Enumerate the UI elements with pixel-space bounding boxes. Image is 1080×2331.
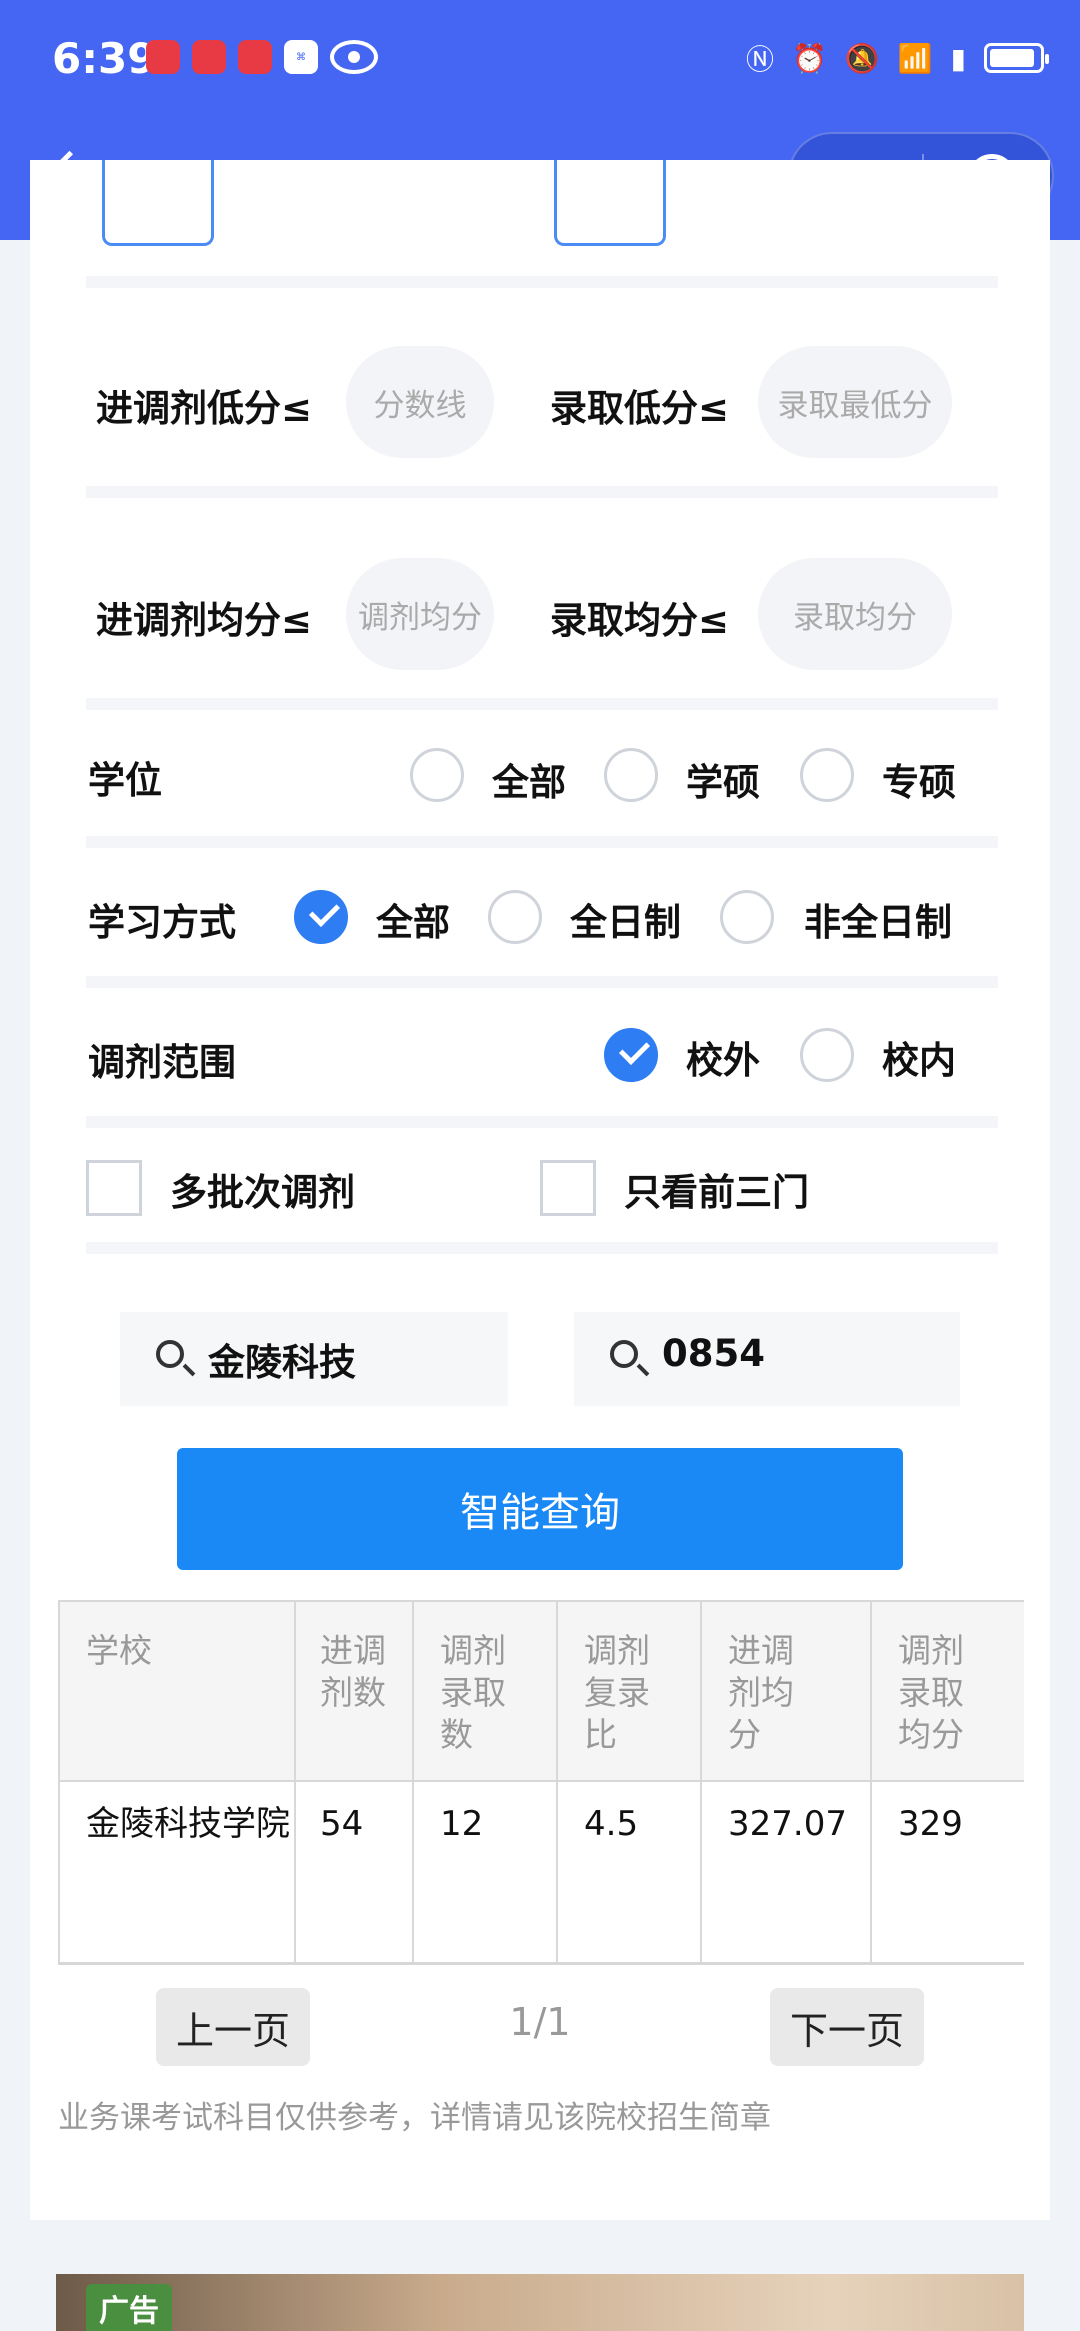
scope-internal-label: 校内 xyxy=(882,1039,956,1082)
cell-ratio: 4.5 xyxy=(556,1782,702,1962)
scope-label: 调剂范围 xyxy=(88,1041,236,1084)
huawei-app-icon xyxy=(146,40,180,74)
divider xyxy=(86,276,998,288)
divider xyxy=(86,976,998,988)
study-mode-fulltime-radio[interactable] xyxy=(488,890,542,944)
cell-school[interactable]: 金陵科技学院 xyxy=(58,1782,296,1962)
admit-avg-label: 录取均分≤ xyxy=(550,599,730,642)
app-icon xyxy=(238,40,272,74)
top-three-label: 只看前三门 xyxy=(624,1171,809,1214)
code-search-value: 0854 xyxy=(662,1332,765,1375)
eye-icon xyxy=(330,40,378,74)
cell-adjust-avg: 327.07 xyxy=(700,1782,872,1962)
degree-academic-label: 学硕 xyxy=(686,761,760,804)
admit-low-label: 录取低分≤ xyxy=(550,387,730,430)
code-search-input[interactable]: 0854 xyxy=(574,1312,960,1406)
study-mode-all-radio[interactable] xyxy=(294,890,348,944)
ad-tag: 广告 xyxy=(86,2284,172,2331)
scope-external-radio[interactable] xyxy=(604,1028,658,1082)
degree-label: 学位 xyxy=(88,759,162,802)
adjust-avg-label: 进调剂均分≤ xyxy=(96,599,313,642)
status-time: 6:39 xyxy=(52,34,157,83)
page-indicator: 1/1 xyxy=(509,2000,571,2044)
signal-icon: ▮ xyxy=(950,41,966,75)
degree-academic-radio[interactable] xyxy=(604,748,658,802)
school-search-value: 金陵科技 xyxy=(208,1341,356,1384)
degree-all-radio[interactable] xyxy=(410,748,464,802)
field-remnant xyxy=(554,160,666,246)
divider xyxy=(86,1242,998,1254)
header-admit-avg[interactable]: 调剂 录取 均分 xyxy=(870,1600,1024,1782)
study-mode-all-label: 全部 xyxy=(376,901,450,944)
adjust-avg-input[interactable]: 调剂均分 xyxy=(346,558,494,670)
huawei-app-icon xyxy=(192,40,226,74)
table-header: 学校 进调 剂数 调剂 录取 数 调剂 复录 比 进调 剂均 分 调剂 录取 均… xyxy=(58,1600,1024,1782)
school-search-input[interactable]: 金陵科技 xyxy=(120,1312,508,1406)
adjust-low-input[interactable]: 分数线 xyxy=(346,346,494,458)
study-mode-parttime-radio[interactable] xyxy=(720,890,774,944)
adjust-low-label: 进调剂低分≤ xyxy=(96,387,313,430)
header-ratio[interactable]: 调剂 复录 比 xyxy=(556,1600,702,1782)
divider xyxy=(86,836,998,848)
degree-professional-radio[interactable] xyxy=(800,748,854,802)
alarm-icon: ⏰ xyxy=(791,41,827,75)
next-page-button[interactable]: 下一页 xyxy=(770,1988,924,2066)
results-table: 学校 进调 剂数 调剂 录取 数 调剂 复录 比 进调 剂均 分 调剂 录取 均… xyxy=(58,1600,1024,1965)
top-three-checkbox[interactable] xyxy=(540,1160,596,1216)
cell-admit-avg: 329 xyxy=(870,1782,1024,1962)
study-mode-fulltime-label: 全日制 xyxy=(570,901,681,944)
scope-internal-radio[interactable] xyxy=(800,1028,854,1082)
prev-page-button[interactable]: 上一页 xyxy=(156,1988,310,2066)
header-school[interactable]: 学校 xyxy=(58,1600,296,1782)
battery-charging-icon xyxy=(984,43,1049,73)
divider xyxy=(86,1116,998,1128)
study-mode-label: 学习方式 xyxy=(88,901,236,944)
divider xyxy=(86,698,998,710)
field-remnant xyxy=(102,160,214,246)
header-adjust-count[interactable]: 进调 剂数 xyxy=(294,1600,414,1782)
cell-admit-count: 12 xyxy=(412,1782,558,1962)
status-notification-icons: ⌘ xyxy=(146,40,378,74)
smart-query-button[interactable]: 智能查询 xyxy=(177,1448,903,1570)
degree-all-label: 全部 xyxy=(492,761,566,804)
degree-professional-label: 专硕 xyxy=(882,761,956,804)
multi-batch-label: 多批次调剂 xyxy=(170,1171,355,1214)
multi-batch-checkbox[interactable] xyxy=(86,1160,142,1216)
search-icon xyxy=(610,1340,638,1368)
wifi-icon: 📶 xyxy=(897,41,933,75)
header-admit-count[interactable]: 调剂 录取 数 xyxy=(412,1600,558,1782)
cell-adjust-count: 54 xyxy=(294,1782,414,1962)
admit-low-input[interactable]: 录取最低分 xyxy=(758,346,952,458)
mute-icon: 🔕 xyxy=(844,41,880,75)
status-system-icons: Ⓝ ⏰ 🔕 📶 ▮ xyxy=(745,38,1049,78)
nfc-icon: Ⓝ xyxy=(745,43,774,76)
scope-external-label: 校外 xyxy=(686,1039,760,1082)
study-mode-parttime-label: 非全日制 xyxy=(804,901,952,944)
header-adjust-avg[interactable]: 进调 剂均 分 xyxy=(700,1600,872,1782)
search-icon xyxy=(156,1340,184,1368)
divider xyxy=(86,486,998,498)
baidu-icon: ⌘ xyxy=(284,40,318,74)
admit-avg-input[interactable]: 录取均分 xyxy=(758,558,952,670)
footnote: 业务课考试科目仅供参考，详情请见该院校招生简章 xyxy=(58,2100,771,2136)
ad-banner[interactable]: 广告 xyxy=(56,2274,1024,2331)
